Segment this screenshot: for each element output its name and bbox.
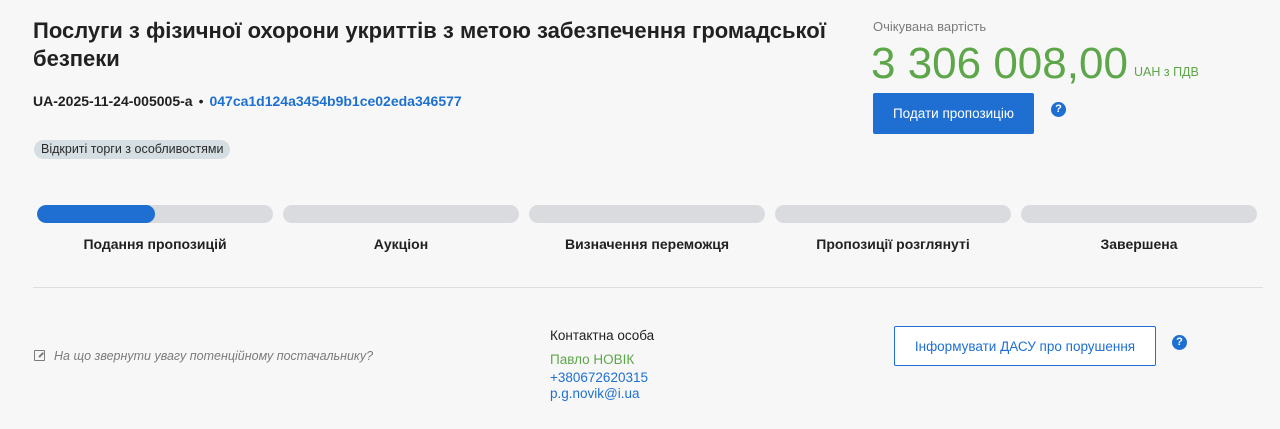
procedure-badge: Відкриті торги з особливостями — [34, 140, 231, 159]
tender-hash-link[interactable]: 047ca1d124a3454b9b1ce02eda346577 — [209, 93, 461, 109]
help-icon[interactable]: ? — [1172, 335, 1187, 350]
submit-proposal-button[interactable]: Подати пропозицію — [873, 93, 1034, 134]
stage-winner: Визначення переможця — [529, 205, 765, 252]
tender-id: UA-2025-11-24-005005-a — [33, 93, 193, 109]
supplier-hint-link[interactable]: На що звернути увагу потенційному постач… — [34, 349, 373, 363]
price-label: Очікувана вартість — [873, 19, 987, 34]
stage-label: Аукціон — [373, 236, 429, 252]
contact-email-link[interactable]: p.g.novik@i.ua — [550, 386, 640, 401]
stage-label: Завершена — [1100, 236, 1178, 252]
tender-identifiers: UA-2025-11-24-005005-a • 047ca1d124a3454b9… — [33, 92, 462, 110]
stage-label: Подання пропозицій — [83, 236, 227, 252]
contact-name: Павло НОВІК — [550, 352, 635, 367]
stage-label: Визначення переможця — [564, 236, 730, 252]
stage-auction: Аукціон — [283, 205, 519, 252]
supplier-hint-text: На що звернути увагу потенційному постач… — [54, 349, 374, 363]
stage-bar — [1021, 205, 1257, 223]
stage-completed: Завершена — [1021, 205, 1257, 252]
stage-bar-fill — [37, 205, 155, 223]
stage-bar — [775, 205, 1011, 223]
price-currency: UAH з ПДВ — [1134, 65, 1199, 79]
id-separator: • — [198, 93, 204, 109]
contact-title: Контактна особа — [550, 328, 655, 343]
stage-submission: Подання пропозицій — [37, 205, 273, 252]
external-link-icon — [34, 350, 45, 361]
tender-title: Послуги з фізичної охорони укриттів з ме… — [33, 18, 826, 71]
contact-phone-link[interactable]: +380672620315 — [550, 370, 648, 385]
help-icon[interactable]: ? — [1051, 102, 1066, 117]
stage-bar — [283, 205, 519, 223]
stage-bar — [529, 205, 765, 223]
section-divider — [33, 287, 1263, 288]
stage-reviewed: Пропозиції розглянуті — [775, 205, 1011, 252]
stage-label: Пропозиції розглянуті — [816, 236, 970, 252]
price-amount: 3 306 008,00 — [871, 39, 1128, 88]
stage-progress: Подання пропозицій Аукціон Визначення пе… — [37, 205, 1259, 255]
report-violation-button[interactable]: Інформувати ДАСУ про порушення — [894, 326, 1156, 366]
stage-bar — [37, 205, 273, 223]
